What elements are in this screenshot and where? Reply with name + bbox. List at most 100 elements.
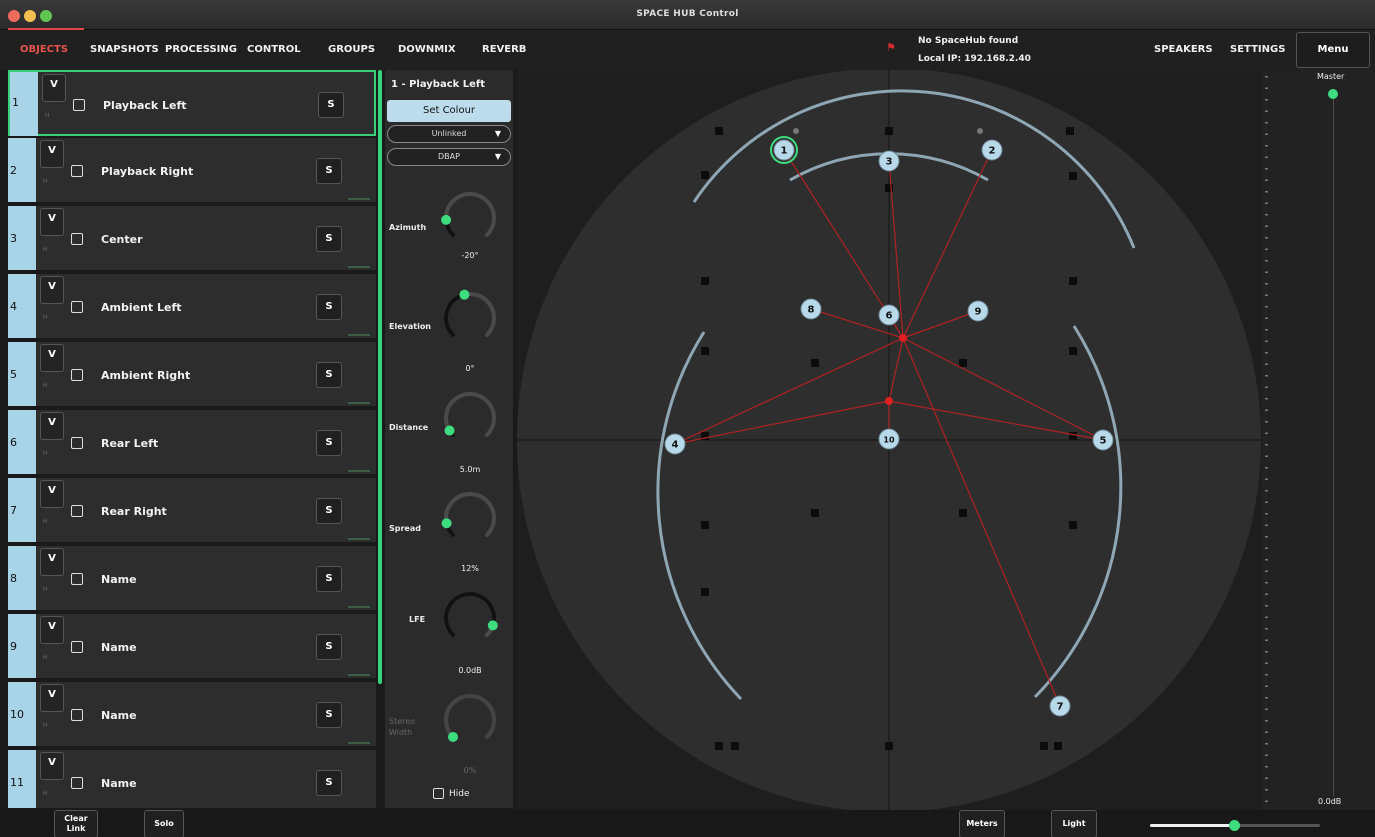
- object-row[interactable]: 2 V H Playback Right S: [8, 138, 376, 204]
- object-name[interactable]: Ambient Right: [101, 369, 190, 382]
- master-fader-track[interactable]: [1333, 96, 1334, 796]
- solo-button[interactable]: Solo: [144, 810, 184, 837]
- knob-thumb[interactable]: [441, 214, 452, 225]
- object-row[interactable]: 11 V H Name S: [8, 750, 376, 808]
- tab-processing[interactable]: PROCESSING: [165, 44, 237, 55]
- azimuth-knob[interactable]: [437, 182, 503, 248]
- object-link-checkbox[interactable]: [71, 301, 83, 313]
- object-link-checkbox[interactable]: [71, 709, 83, 721]
- source-10[interactable]: 10: [878, 428, 900, 450]
- object-link-checkbox[interactable]: [71, 505, 83, 517]
- object-solo-button[interactable]: S: [316, 362, 342, 388]
- knob-thumb[interactable]: [441, 518, 452, 529]
- elevation-knob[interactable]: [437, 282, 503, 348]
- object-row[interactable]: 4 V H Ambient Left S: [8, 274, 376, 340]
- object-link-checkbox[interactable]: [71, 165, 83, 177]
- source-2[interactable]: 2: [981, 139, 1003, 161]
- tab-control[interactable]: CONTROL: [247, 44, 301, 55]
- panner-canvas[interactable]: 1 2 3 4 5 6 7 8 9 10: [517, 70, 1262, 810]
- object-solo-button[interactable]: S: [316, 770, 342, 796]
- object-solo-button[interactable]: S: [316, 226, 342, 252]
- object-name[interactable]: Rear Right: [101, 505, 167, 518]
- object-row[interactable]: 3 V H Center S: [8, 206, 376, 272]
- object-row[interactable]: 1 V H Playback Left S: [8, 70, 376, 136]
- object-name[interactable]: Name: [101, 709, 137, 722]
- object-link-checkbox[interactable]: [71, 233, 83, 245]
- object-link-checkbox[interactable]: [71, 573, 83, 585]
- object-visibility-button[interactable]: V: [40, 276, 64, 304]
- object-solo-button[interactable]: S: [316, 294, 342, 320]
- meters-button[interactable]: Meters: [959, 810, 1005, 837]
- source-4[interactable]: 4: [664, 433, 686, 455]
- stereo-width-knob[interactable]: [437, 684, 503, 750]
- object-visibility-button[interactable]: V: [40, 480, 64, 508]
- object-name[interactable]: Name: [101, 641, 137, 654]
- object-row[interactable]: 6 V H Rear Left S: [8, 410, 376, 476]
- lfe-knob[interactable]: [437, 582, 503, 648]
- object-visibility-button[interactable]: V: [40, 548, 64, 576]
- source-6[interactable]: 6: [878, 304, 900, 326]
- object-visibility-button[interactable]: V: [40, 140, 64, 168]
- object-row[interactable]: 5 V H Ambient Right S: [8, 342, 376, 408]
- object-name[interactable]: Playback Right: [101, 165, 193, 178]
- tab-settings[interactable]: SETTINGS: [1230, 44, 1285, 55]
- object-name[interactable]: Name: [101, 573, 137, 586]
- tab-snapshots[interactable]: SNAPSHOTS: [90, 44, 159, 55]
- object-link-checkbox[interactable]: [71, 641, 83, 653]
- object-row[interactable]: 9 V H Name S: [8, 614, 376, 680]
- object-visibility-button[interactable]: V: [40, 616, 64, 644]
- knob-thumb[interactable]: [444, 425, 455, 436]
- object-row[interactable]: 10 V H Name S: [8, 682, 376, 748]
- object-solo-button[interactable]: S: [318, 92, 344, 118]
- object-visibility-button[interactable]: V: [40, 684, 64, 712]
- object-solo-button[interactable]: S: [316, 498, 342, 524]
- object-name[interactable]: Rear Left: [101, 437, 158, 450]
- master-fader-thumb[interactable]: [1328, 89, 1338, 99]
- source-5[interactable]: 5: [1092, 429, 1114, 451]
- knob-thumb[interactable]: [459, 289, 470, 300]
- object-solo-button[interactable]: S: [316, 566, 342, 592]
- object-solo-button[interactable]: S: [316, 634, 342, 660]
- object-visibility-button[interactable]: V: [42, 74, 66, 102]
- object-solo-button[interactable]: S: [316, 702, 342, 728]
- object-list-scrollbar[interactable]: [378, 70, 382, 684]
- object-link-checkbox[interactable]: [71, 369, 83, 381]
- spread-knob[interactable]: [437, 482, 503, 548]
- set-colour-button[interactable]: Set Colour: [387, 100, 511, 122]
- object-visibility-button[interactable]: V: [40, 344, 64, 372]
- tab-objects[interactable]: OBJECTS: [20, 44, 68, 55]
- tab-downmix[interactable]: DOWNMIX: [398, 44, 456, 55]
- object-visibility-button[interactable]: V: [40, 412, 64, 440]
- hide-checkbox[interactable]: [433, 788, 444, 799]
- distance-knob[interactable]: [437, 382, 503, 448]
- object-visibility-button[interactable]: V: [40, 752, 64, 780]
- object-name[interactable]: Name: [101, 777, 137, 790]
- object-solo-button[interactable]: S: [316, 158, 342, 184]
- zoom-slider-thumb[interactable]: [1229, 820, 1240, 831]
- knob-thumb[interactable]: [448, 731, 459, 742]
- source-9[interactable]: 9: [967, 300, 989, 322]
- object-link-checkbox[interactable]: [71, 777, 83, 789]
- tab-reverb[interactable]: REVERB: [482, 44, 526, 55]
- object-visibility-button[interactable]: V: [40, 208, 64, 236]
- link-mode-select[interactable]: Unlinked ▼: [387, 125, 511, 143]
- source-7[interactable]: 7: [1049, 695, 1071, 717]
- light-button[interactable]: Light: [1051, 810, 1097, 837]
- object-name[interactable]: Ambient Left: [101, 301, 182, 314]
- object-row[interactable]: 8 V H Name S: [8, 546, 376, 612]
- object-link-checkbox[interactable]: [73, 99, 85, 111]
- clear-link-button[interactable]: Clear Link: [54, 810, 98, 837]
- source-8[interactable]: 8: [800, 298, 822, 320]
- knob-thumb[interactable]: [487, 620, 498, 631]
- panner-mode-select[interactable]: DBAP ▼: [387, 148, 511, 166]
- object-solo-button[interactable]: S: [316, 430, 342, 456]
- source-1[interactable]: 1: [770, 136, 798, 164]
- tab-speakers[interactable]: SPEAKERS: [1154, 44, 1213, 55]
- object-link-checkbox[interactable]: [71, 437, 83, 449]
- object-row[interactable]: 7 V H Rear Right S: [8, 478, 376, 544]
- spatial-panner[interactable]: 1 2 3 4 5 6 7 8 9 10: [517, 70, 1262, 810]
- menu-button[interactable]: Menu: [1296, 32, 1370, 68]
- object-name[interactable]: Playback Left: [103, 99, 187, 112]
- tab-groups[interactable]: GROUPS: [328, 44, 375, 55]
- source-3[interactable]: 3: [878, 150, 900, 172]
